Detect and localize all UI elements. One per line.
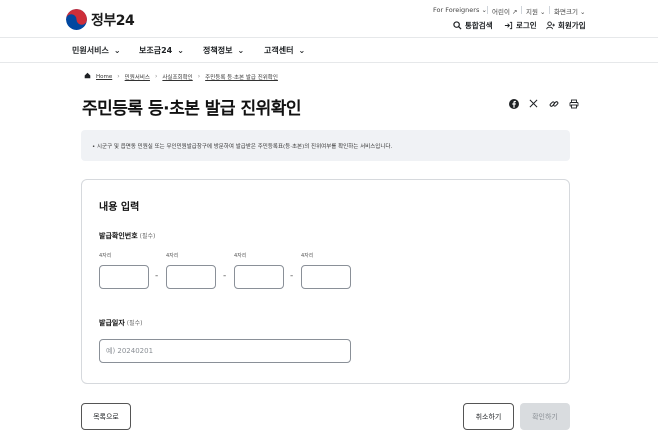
util-link-label: For Foreigners (433, 6, 480, 14)
gnb-item-label: 민원서비스 (72, 46, 109, 55)
x-twitter-icon[interactable] (528, 98, 539, 109)
code-input-2[interactable] (166, 265, 216, 289)
code-field-label: 발급확인번호 (필수) (99, 231, 155, 241)
gnb-item-civil-service[interactable]: 민원서비스 ⌄ (72, 45, 121, 56)
list-button[interactable]: 목록으로 (81, 403, 131, 430)
breadcrumb-item[interactable]: 주민등록 등·초본 발급 진위확인 (205, 73, 278, 81)
code-input-4[interactable] (301, 265, 351, 289)
section-title: 내용 입력 (99, 202, 140, 213)
code-input-3[interactable] (234, 265, 284, 289)
dash-separator: - (290, 271, 294, 281)
chevron-right-icon: › (117, 73, 120, 80)
signup-button-label: 회원가입 (558, 21, 586, 30)
code-sub-label: 4자리 (99, 253, 112, 259)
chevron-down-icon: ⌄ (113, 46, 121, 55)
user-add-icon (546, 21, 555, 30)
search-button-label: 통합검색 (465, 21, 493, 30)
search-icon (453, 21, 462, 30)
chevron-down-icon: ⌄ (177, 46, 184, 55)
chevron-down-icon: ⌄ (237, 46, 245, 55)
date-label-text: 발급일자 (99, 319, 125, 327)
breadcrumb-item[interactable]: 민원서비스 (125, 73, 150, 81)
search-button[interactable]: 통합검색 (453, 20, 493, 31)
link-copy-icon[interactable] (548, 98, 559, 109)
divider (521, 6, 522, 14)
facebook-icon[interactable] (508, 98, 519, 109)
page-title: 주민등록 등·초본 발급 진위확인 (82, 99, 302, 119)
gnb-item-policy[interactable]: 정책정보 ⌄ (203, 45, 244, 56)
home-icon[interactable] (84, 72, 91, 81)
divider (487, 6, 488, 14)
code-sub-label: 4자리 (234, 253, 247, 259)
dash-separator: - (223, 271, 227, 281)
chevron-right-icon: › (154, 73, 158, 80)
external-link-icon: ↗ (512, 8, 518, 16)
code-sub-label: 4자리 (166, 253, 179, 259)
util-link-screen-size[interactable]: 화면크기 ⌄ (554, 6, 585, 16)
chevron-right-icon: › (197, 73, 201, 80)
notice-text: • 시군구 및 읍면동 민원실 또는 무인민원발급창구에 방문하여 발급받은 주… (92, 144, 393, 150)
divider (0, 37, 658, 38)
chevron-down-icon: ⌄ (298, 46, 306, 55)
date-input[interactable] (99, 339, 351, 363)
gnb-item-label: 정책정보 (203, 46, 233, 55)
util-link-label: 화면크기 (554, 8, 578, 16)
logo-text[interactable]: 정부24 (91, 10, 135, 30)
date-field-label: 발급일자 (필수) (99, 318, 143, 328)
confirm-button[interactable]: 확인하기 (520, 403, 570, 430)
code-sub-label: 4자리 (301, 253, 314, 259)
login-button[interactable]: 로그인 (504, 20, 537, 31)
util-link-kids[interactable]: 어린이 ↗ (492, 6, 517, 16)
gnb-item-subsidy[interactable]: 보조금24 ⌄ (139, 45, 184, 56)
util-link-label: 지원 (526, 8, 538, 16)
chevron-down-icon: ⌄ (580, 8, 586, 16)
signup-button[interactable]: 회원가입 (546, 20, 586, 31)
code-label-text: 발급확인번호 (99, 232, 138, 240)
required-mark: (필수) (126, 320, 143, 327)
util-link-label: 어린이 (492, 8, 510, 16)
code-input-1[interactable] (99, 265, 149, 289)
required-mark: (필수) (139, 233, 156, 240)
cancel-button[interactable]: 취소하기 (463, 403, 514, 430)
util-link-foreigners[interactable]: For Foreigners ⌄ (433, 6, 487, 14)
util-link-support[interactable]: 지원 ⌄ (526, 6, 546, 16)
breadcrumb-home[interactable]: Home (96, 74, 112, 80)
gnb-item-customer-center[interactable]: 고객센터 ⌄ (264, 45, 305, 56)
print-icon[interactable] (568, 98, 579, 109)
gnb-item-label: 고객센터 (264, 46, 294, 55)
share-toolbar (508, 98, 579, 109)
breadcrumb: Home › 민원서비스 › 사실조회확인 › 주민등록 등·초본 발급 진위확… (84, 72, 278, 81)
breadcrumb-item[interactable]: 사실조회확인 (162, 73, 192, 81)
government-logo-icon[interactable] (66, 9, 87, 30)
chevron-down-icon: ⌄ (540, 8, 546, 16)
dash-separator: - (155, 271, 159, 281)
gnb-item-label: 보조금24 (139, 46, 173, 55)
login-icon (504, 21, 513, 30)
divider (0, 62, 658, 63)
login-button-label: 로그인 (516, 21, 537, 30)
divider (549, 6, 550, 14)
